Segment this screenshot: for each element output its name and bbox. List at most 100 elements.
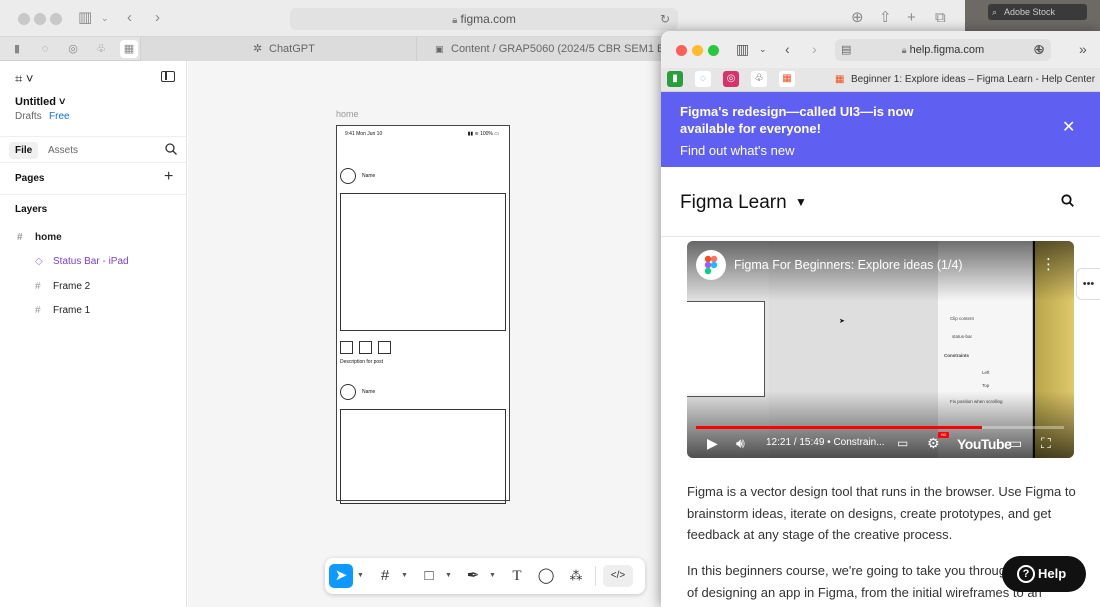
tab-assets[interactable]: Assets xyxy=(48,142,78,159)
pinned-tab-icon[interactable]: ◌ xyxy=(36,40,54,58)
pinned-tab-icon[interactable]: ▮ xyxy=(667,71,683,87)
name-label[interactable]: Name xyxy=(362,389,375,395)
cursor-icon: ➤ xyxy=(839,318,845,325)
download-icon[interactable]: ⊕ xyxy=(1033,41,1045,58)
youtube-logo[interactable]: YouTube xyxy=(957,436,1012,452)
resources-tool-icon[interactable]: ⁂ xyxy=(564,564,588,588)
minimize-window-button[interactable] xyxy=(692,45,703,56)
address-text: figma.com xyxy=(460,12,516,26)
site-title[interactable]: Figma Learn xyxy=(680,192,787,214)
figma-tab-icon[interactable]: ▦ xyxy=(779,71,795,87)
description-label[interactable]: Description for post xyxy=(340,359,383,365)
name-label[interactable]: Name xyxy=(362,173,375,179)
video-canvas-frame xyxy=(687,301,765,397)
zoom-window-button[interactable] xyxy=(708,45,719,56)
banner-link[interactable]: Find out what's new xyxy=(680,143,795,158)
back-arrow-icon[interactable]: ‹ xyxy=(127,9,132,27)
airplay-icon[interactable]: ▭ xyxy=(1009,435,1022,451)
search-icon[interactable] xyxy=(1061,194,1074,207)
question-icon: ? xyxy=(1017,565,1035,583)
video-progress-fill xyxy=(696,426,982,429)
close-window-button[interactable] xyxy=(18,13,30,25)
chevron-down-icon[interactable]: ▼ xyxy=(489,572,496,579)
panel-toggle-icon[interactable] xyxy=(161,71,175,82)
add-page-icon[interactable]: + xyxy=(164,168,173,186)
pinned-tab-icon[interactable]: ♧ xyxy=(751,71,767,87)
home-frame[interactable]: 9:41 Mon Jun 10 ▮▮ ≋ 100% ▭ Name Descrip… xyxy=(336,125,510,504)
volume-icon[interactable]: 🔊︎ xyxy=(736,435,745,451)
sidebar-toggle-icon[interactable]: ▥ xyxy=(736,41,749,58)
close-icon[interactable]: ✕ xyxy=(1062,119,1075,137)
adobe-stock-search[interactable]: ⌕ Adobe Stock xyxy=(988,4,1087,20)
close-window-button[interactable] xyxy=(676,45,687,56)
channel-avatar[interactable] xyxy=(696,250,726,280)
status-time: 9:41 Mon Jun 10 xyxy=(345,131,383,137)
comment-tool-icon[interactable]: ◯ xyxy=(534,564,558,588)
text-tool-icon[interactable]: T xyxy=(505,564,529,588)
chevron-down-icon[interactable]: ⌄ xyxy=(101,9,109,27)
address-bar[interactable]: ▤ 🔒︎ help.figma.com ↻ xyxy=(835,39,1051,61)
pinned-tab-icon[interactable]: ▮ xyxy=(8,40,26,58)
layer-frame-2[interactable]: # Frame 2 xyxy=(35,281,90,292)
file-title[interactable]: Untitled ˅ xyxy=(15,96,65,108)
figma-tab-icon[interactable]: ▦ xyxy=(120,40,138,58)
chevron-down-icon[interactable]: ▼ xyxy=(401,572,408,579)
thumbnail-placeholder[interactable] xyxy=(340,341,353,354)
video-progress-bar[interactable] xyxy=(696,426,1064,429)
rectangle-tool-icon[interactable]: □ xyxy=(417,564,441,588)
pinned-tab-icon[interactable]: ♧ xyxy=(92,40,110,58)
subtitles-icon[interactable]: ▭ xyxy=(897,435,908,451)
forward-arrow-icon[interactable]: › xyxy=(155,9,160,27)
image-placeholder[interactable] xyxy=(340,409,506,504)
thumbnail-placeholder[interactable] xyxy=(359,341,372,354)
figma-menu-icon[interactable]: ⌗ ˅ xyxy=(15,71,34,87)
tab-chatgpt[interactable]: ✲ ChatGPT xyxy=(140,37,416,61)
download-icon[interactable]: ⊕ xyxy=(851,9,864,27)
tab-content-grap5060[interactable]: ▣ Content / GRAP5060 (2024/5 CBR SEM1 BF… xyxy=(416,37,666,61)
fullscreen-icon[interactable]: ⛶ xyxy=(1041,435,1051,451)
share-icon[interactable]: ⇧ xyxy=(879,9,892,27)
reload-icon[interactable]: ↻ xyxy=(660,8,670,30)
chevron-down-icon[interactable]: ▼ xyxy=(445,572,452,579)
tab-file[interactable]: File xyxy=(9,142,39,159)
layer-status-bar[interactable]: ◇ Status Bar - iPad xyxy=(35,256,129,267)
play-icon[interactable]: ▶ xyxy=(707,435,718,451)
new-tab-icon[interactable]: + xyxy=(907,9,916,27)
frame-label[interactable]: home xyxy=(336,109,359,119)
plan-badge[interactable]: Free xyxy=(49,111,70,122)
pen-tool-icon[interactable]: ✒ xyxy=(461,564,485,588)
search-icon[interactable] xyxy=(165,143,177,155)
avatar-placeholder[interactable] xyxy=(340,168,356,184)
frame-tool-icon[interactable]: # xyxy=(373,564,397,588)
chevron-down-icon[interactable]: ▼ xyxy=(795,195,807,209)
layer-frame-1[interactable]: # Frame 1 xyxy=(35,305,90,316)
tab-figma-learn[interactable]: ▦ Beginner 1: Explore ideas – Figma Lear… xyxy=(821,68,1100,92)
move-tool-icon[interactable]: ➤ xyxy=(329,564,353,588)
dev-mode-icon[interactable]: </> xyxy=(603,565,633,587)
more-options-icon[interactable]: ••• xyxy=(1076,268,1100,300)
video-title[interactable]: Figma For Beginners: Explore ideas (1/4) xyxy=(734,258,963,272)
video-player[interactable]: Clip content status-bar Constraints Left… xyxy=(687,241,1074,458)
tab-overview-icon[interactable]: ⧉ xyxy=(935,9,946,27)
more-toolbar-icon[interactable]: » xyxy=(1079,41,1087,58)
help-button[interactable]: ? Help xyxy=(1002,556,1086,592)
image-placeholder[interactable] xyxy=(340,193,506,331)
avatar-placeholder[interactable] xyxy=(340,384,356,400)
chevron-down-icon[interactable]: ▼ xyxy=(357,572,364,579)
drafts-label[interactable]: Drafts xyxy=(15,111,42,122)
more-options-icon[interactable]: ⋮ xyxy=(1041,257,1056,272)
back-arrow-icon[interactable]: ‹ xyxy=(785,41,790,58)
minimize-window-button[interactable] xyxy=(34,13,46,25)
chevron-down-icon[interactable]: ⌄ xyxy=(759,41,767,58)
zoom-window-button[interactable] xyxy=(50,13,62,25)
instagram-icon[interactable]: ◎ xyxy=(64,40,82,58)
instagram-icon[interactable]: ◎ xyxy=(723,71,739,87)
divider xyxy=(0,194,186,195)
thumbnail-placeholder[interactable] xyxy=(378,341,391,354)
forward-arrow-icon[interactable]: › xyxy=(812,41,817,58)
sidebar-toggle-icon[interactable]: ▥ xyxy=(78,9,92,27)
intro-paragraph: Figma is a vector design tool that runs … xyxy=(687,484,1076,542)
address-bar[interactable]: 🔒︎ figma.com ↻ xyxy=(290,8,678,30)
layer-home[interactable]: # home xyxy=(17,232,62,243)
pinned-tab-icon[interactable]: ◌ xyxy=(695,71,711,87)
